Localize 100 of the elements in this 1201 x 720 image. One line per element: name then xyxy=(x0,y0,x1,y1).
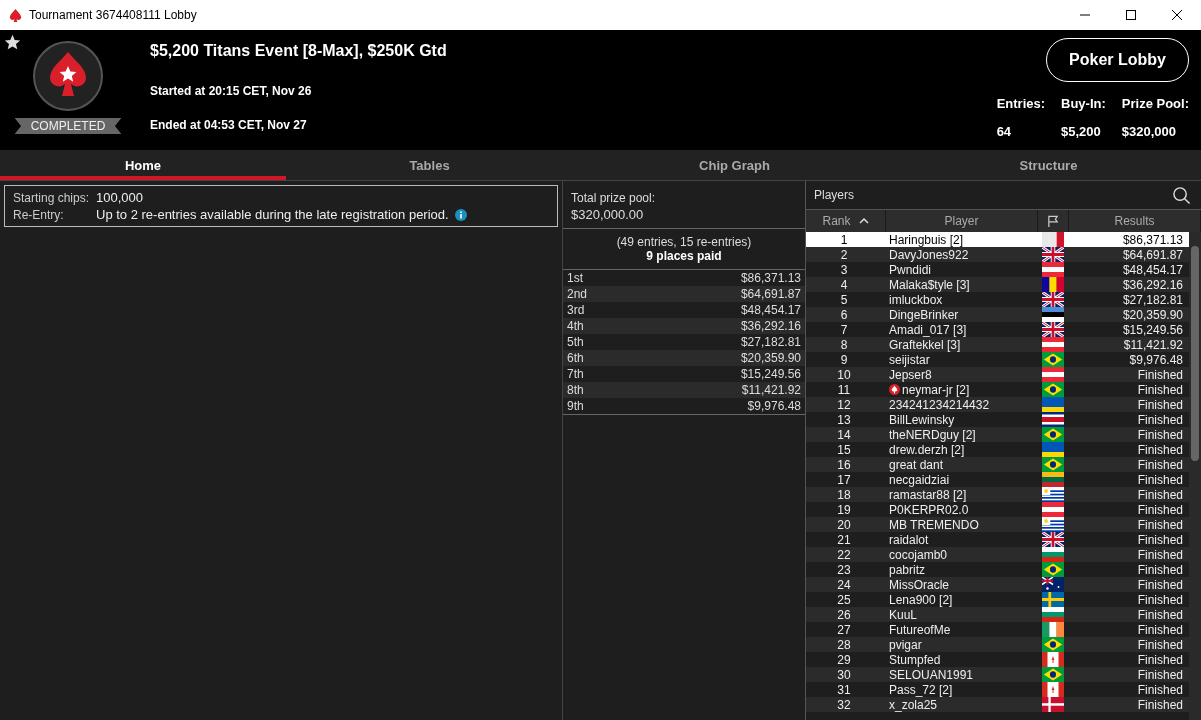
player-row[interactable]: 14 theNERDguy [2] Finished xyxy=(806,427,1189,442)
event-name: $5,200 Titans Event [8-Max], $250K Gtd xyxy=(150,42,448,60)
result-cell-text: $36,292.16 xyxy=(1121,277,1184,292)
rank-cell-text: 16 xyxy=(836,457,852,472)
players-title: Players xyxy=(814,188,854,202)
player-row[interactable]: 24 MissOracle Finished xyxy=(806,577,1189,592)
result-cell-text: $15,249.56 xyxy=(1121,322,1184,337)
player-name: BillLewinsky xyxy=(889,412,955,427)
player-row[interactable]: 15 drew.derzh [2] Finished xyxy=(806,442,1189,457)
result-cell-text: Finished xyxy=(1136,382,1184,397)
player-row[interactable]: 19 P0KERPR02.0 Finished xyxy=(806,502,1189,517)
player-row[interactable]: 28 pvigar Finished xyxy=(806,637,1189,652)
player-row[interactable]: 9 seijistar $9,976.48 xyxy=(806,352,1189,367)
tab[interactable]: Structure xyxy=(896,150,1201,180)
prize-place: 9th xyxy=(567,399,584,413)
player-name: raidalot xyxy=(889,532,929,547)
rank-cell-text: 32 xyxy=(836,697,852,712)
player-row[interactable]: 18 ramastar88 [2] Finished xyxy=(806,487,1189,502)
player-name: necgaidziai xyxy=(889,472,950,487)
info-value: Up to 2 re-entries available during the late registration period. xyxy=(96,207,449,222)
player-row[interactable]: 31 Pass_72 [2] Finished xyxy=(806,682,1189,697)
search-icon[interactable] xyxy=(1172,185,1191,205)
player-row[interactable]: 1 Haringbuis [2] $86,371.13 xyxy=(806,232,1189,247)
rank-cell-text: 2 xyxy=(839,247,849,262)
player-row[interactable]: 29 Stumpfed Finished xyxy=(806,652,1189,667)
stat-value: $5,200 xyxy=(1061,124,1102,139)
result-cell-text: Finished xyxy=(1136,592,1184,607)
flag-icon xyxy=(1046,214,1060,228)
star-icon[interactable] xyxy=(4,34,21,51)
player-name: pabritz xyxy=(889,562,926,577)
player-name: imluckbox xyxy=(889,292,943,307)
info-icon[interactable] xyxy=(454,208,467,221)
player-row[interactable]: 13 BillLewinsky Finished xyxy=(806,412,1189,427)
rank-cell-text: 4 xyxy=(839,277,849,292)
player-row[interactable]: 2 DavyJones922 $64,691.87 xyxy=(806,247,1189,262)
prize-amount: $11,421.92 xyxy=(741,383,801,397)
player-row[interactable]: 26 KuuL Finished xyxy=(806,607,1189,622)
rank-cell-text: 31 xyxy=(836,682,852,697)
rank-cell-text: 29 xyxy=(836,652,852,667)
rank-cell-text: 6 xyxy=(839,307,849,322)
player-row[interactable]: 10 Jepser8 Finished xyxy=(806,367,1189,382)
result-cell-text: Finished xyxy=(1136,457,1184,472)
player-row[interactable]: 25 Lena900 [2] Finished xyxy=(806,592,1189,607)
result-cell-text: $86,371.13 xyxy=(1121,232,1184,247)
info-label: Starting chips: xyxy=(13,190,90,205)
player-name: Jepser8 xyxy=(889,367,932,382)
result-cell-text: $64,691.87 xyxy=(1121,247,1184,262)
player-row[interactable]: 8 Graftekkel [3] $11,421.92 xyxy=(806,337,1189,352)
info-label: Re-Entry: xyxy=(13,207,65,222)
result-cell-text: Finished xyxy=(1136,577,1184,592)
result-cell-text: Finished xyxy=(1136,652,1184,667)
prize-amount: $36,292.16 xyxy=(740,319,801,333)
player-row[interactable]: 11 neymar-jr [2] Finished xyxy=(806,382,1189,397)
player-row[interactable]: 16 great dant Finished xyxy=(806,457,1189,472)
tab[interactable]: Chip Graph xyxy=(573,150,896,180)
close-icon[interactable] xyxy=(1171,9,1183,21)
stat-value: 64 xyxy=(996,124,1013,139)
player-name: neymar-jr [2] xyxy=(902,382,970,397)
maximize-icon[interactable] xyxy=(1125,9,1137,21)
player-row[interactable]: 20 MB TREMENDO Finished xyxy=(806,517,1189,532)
player-row[interactable]: 3 Pwndidi $48,454.17 xyxy=(806,262,1189,277)
stat-label: Entries: xyxy=(996,96,1046,111)
rank-cell-text: 23 xyxy=(836,562,852,577)
player-row[interactable]: 6 DingeBrinker $20,359.90 xyxy=(806,307,1189,322)
result-cell-text: $9,976.48 xyxy=(1128,352,1184,367)
player-name: great dant xyxy=(889,457,944,472)
result-cell-text: Finished xyxy=(1136,682,1184,697)
player-row[interactable]: 30 SELOUAN1991 Finished xyxy=(806,667,1189,682)
info-value: 100,000 xyxy=(96,190,143,205)
scrollbar[interactable] xyxy=(1189,232,1201,720)
player-row[interactable]: 27 FutureofMe Finished xyxy=(806,622,1189,637)
result-cell-text: $27,182.81 xyxy=(1121,292,1184,307)
player-row[interactable]: 23 pabritz Finished xyxy=(806,562,1189,577)
player-row[interactable]: 12 234241234214432 Finished xyxy=(806,397,1189,412)
tab[interactable]: Tables xyxy=(286,150,573,180)
prize-place: 3rd xyxy=(567,303,585,317)
player-name: DavyJones922 xyxy=(889,247,969,262)
prize-amount: $86,371.13 xyxy=(740,271,801,285)
result-cell-text: Finished xyxy=(1136,697,1184,712)
player-row[interactable]: 4 Malaka$tyle [3] $36,292.16 xyxy=(806,277,1189,292)
player-name: MissOracle xyxy=(889,577,949,592)
places-paid: 9 places paid xyxy=(646,249,722,263)
prize-amount: $20,359.90 xyxy=(740,351,801,365)
rank-cell-text: 17 xyxy=(836,472,852,487)
poker-lobby-button[interactable]: Poker Lobby xyxy=(1046,38,1189,82)
result-cell-text: Finished xyxy=(1136,367,1184,382)
rank-cell-text: 27 xyxy=(836,622,852,637)
player-name: theNERDguy [2] xyxy=(889,427,976,442)
player-row[interactable]: 22 cocojamb0 Finished xyxy=(806,547,1189,562)
player-name: Pass_72 [2] xyxy=(889,682,953,697)
spade-icon xyxy=(8,7,23,23)
start-time: Started at 20:15 CET, Nov 26 xyxy=(150,84,313,98)
prize-amount: $15,249.56 xyxy=(740,367,801,381)
player-row[interactable]: 17 necgaidziai Finished xyxy=(806,472,1189,487)
result-cell-text: Finished xyxy=(1136,502,1184,517)
player-row[interactable]: 32 x_zola25 Finished xyxy=(806,697,1189,712)
result-cell-text: Finished xyxy=(1136,622,1184,637)
rank-cell-text: 24 xyxy=(836,577,852,592)
rank-cell-text: 12 xyxy=(836,397,852,412)
prize-place: 1st xyxy=(567,271,583,285)
